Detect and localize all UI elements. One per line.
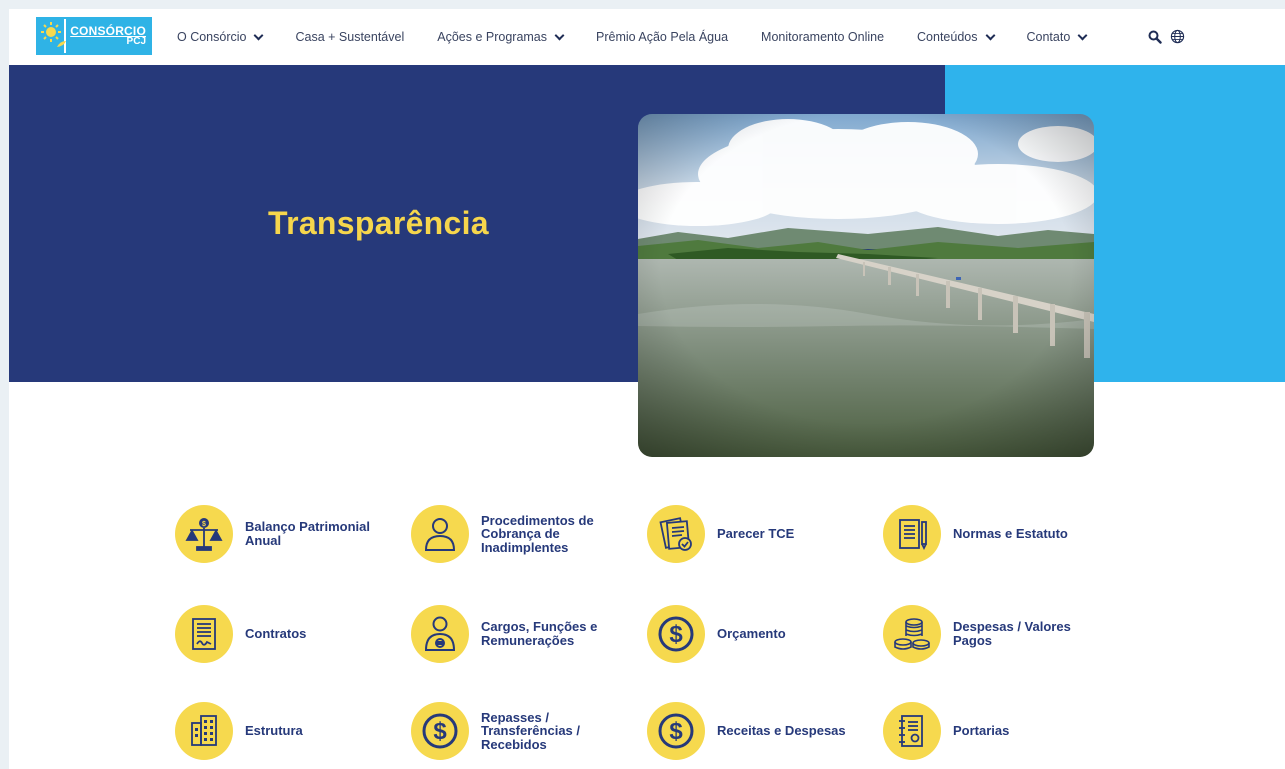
contract-icon xyxy=(175,605,233,663)
nav-item-label: Conteúdos xyxy=(917,30,978,44)
page-edge-top xyxy=(0,0,1285,9)
person-icon xyxy=(411,505,469,563)
nav-item-monitoramento[interactable]: Monitoramento Online xyxy=(761,30,884,44)
link-contratos[interactable]: Contratos xyxy=(175,605,385,663)
link-despesas-valores[interactable]: Despesas / Valores Pagos xyxy=(883,605,1093,663)
person-badge-icon xyxy=(411,605,469,663)
scale-icon: $ xyxy=(175,505,233,563)
coins-icon xyxy=(883,605,941,663)
search-icon[interactable] xyxy=(1148,30,1162,44)
nav-item-label: Monitoramento Online xyxy=(761,30,885,44)
nav-item-label: Prêmio Ação Pela Água xyxy=(596,30,729,44)
nav-item-contato[interactable]: Contato xyxy=(1026,30,1088,44)
link-label: Cargos, Funções e Remunerações xyxy=(481,619,598,648)
logo[interactable]: CONSÓRCIO PCJ xyxy=(36,17,152,55)
link-parecer-tce[interactable]: Parecer TCE xyxy=(647,505,857,563)
link-receitas-despesas[interactable]: $ Receitas e Despesas xyxy=(647,702,857,760)
svg-text:$: $ xyxy=(669,718,683,745)
document-check-icon xyxy=(647,505,705,563)
chevron-down-icon xyxy=(985,30,995,40)
chevron-down-icon xyxy=(254,30,264,40)
link-label: Orçamento xyxy=(717,626,786,642)
link-normas-estatuto[interactable]: Normas e Estatuto xyxy=(883,505,1093,563)
nav-item-conteudos[interactable]: Conteúdos xyxy=(917,30,995,44)
nav-item-casa-sustentavel[interactable]: Casa + Sustentável xyxy=(295,30,404,44)
svg-text:$: $ xyxy=(433,718,447,745)
dollar-icon: $ xyxy=(647,605,705,663)
link-balanco-patrimonial[interactable]: $ Balanço Patrimonial Anual xyxy=(175,505,385,563)
nav-item-label: Casa + Sustentável xyxy=(295,30,405,44)
globe-icon[interactable] xyxy=(1170,29,1185,44)
link-cargos-funcoes[interactable]: Cargos, Funções e Remunerações xyxy=(411,605,621,663)
chevron-down-icon xyxy=(554,30,565,40)
link-procedimentos-cobranca[interactable]: Procedimentos de Cobrança de Inadimplent… xyxy=(411,505,621,563)
building-icon xyxy=(175,702,233,760)
link-label: Estrutura xyxy=(245,723,303,739)
hero-photo-reservoir-bridge xyxy=(638,114,1094,457)
nav-item-o-consorcio[interactable]: O Consórcio xyxy=(177,30,264,44)
link-repasses-transferencias[interactable]: $ Repasses / Transferências / Recebidos xyxy=(411,702,621,760)
nav-item-premio[interactable]: Prêmio Ação Pela Água xyxy=(596,30,728,44)
link-label: Procedimentos de Cobrança de Inadimplent… xyxy=(481,512,594,555)
document-pen-icon xyxy=(883,505,941,563)
link-label: Despesas / Valores Pagos xyxy=(953,619,1071,648)
page-title: Transparência xyxy=(268,205,489,241)
sun-icon xyxy=(38,19,66,53)
svg-text:$: $ xyxy=(202,521,206,528)
link-label: Contratos xyxy=(245,626,307,642)
link-label: Portarias xyxy=(953,723,1010,739)
nav-item-label: O Consórcio xyxy=(177,30,247,44)
nav-item-acoes-programas[interactable]: Ações e Programas xyxy=(437,30,565,44)
link-label: Receitas e Despesas xyxy=(717,723,846,739)
dollar-icon: $ xyxy=(647,702,705,760)
link-label: Balanço Patrimonial Anual xyxy=(245,519,370,548)
nav-item-label: Ações e Programas xyxy=(437,30,548,44)
svg-text:$: $ xyxy=(669,621,683,648)
logo-line2: PCJ xyxy=(126,36,146,47)
binder-icon xyxy=(883,702,941,760)
page-edge-left xyxy=(0,0,9,769)
link-label: Repasses / Transferências / Recebidos xyxy=(481,709,580,752)
link-estrutura[interactable]: Estrutura xyxy=(175,702,385,760)
logo-text: CONSÓRCIO PCJ xyxy=(66,19,150,53)
link-portarias[interactable]: Portarias xyxy=(883,702,1093,760)
link-orcamento[interactable]: $ Orçamento xyxy=(647,605,857,663)
navbar: CONSÓRCIO PCJ O Consórcio Casa + Sustent… xyxy=(9,9,1285,65)
nav-item-label: Contato xyxy=(1026,30,1071,44)
chevron-down-icon xyxy=(1077,30,1088,40)
nav-icons xyxy=(1148,29,1185,44)
link-label: Normas e Estatuto xyxy=(953,526,1068,542)
dollar-icon: $ xyxy=(411,702,469,760)
nav-menu: O Consórcio Casa + Sustentável Ações e P… xyxy=(177,9,1119,65)
link-label: Parecer TCE xyxy=(717,526,795,542)
